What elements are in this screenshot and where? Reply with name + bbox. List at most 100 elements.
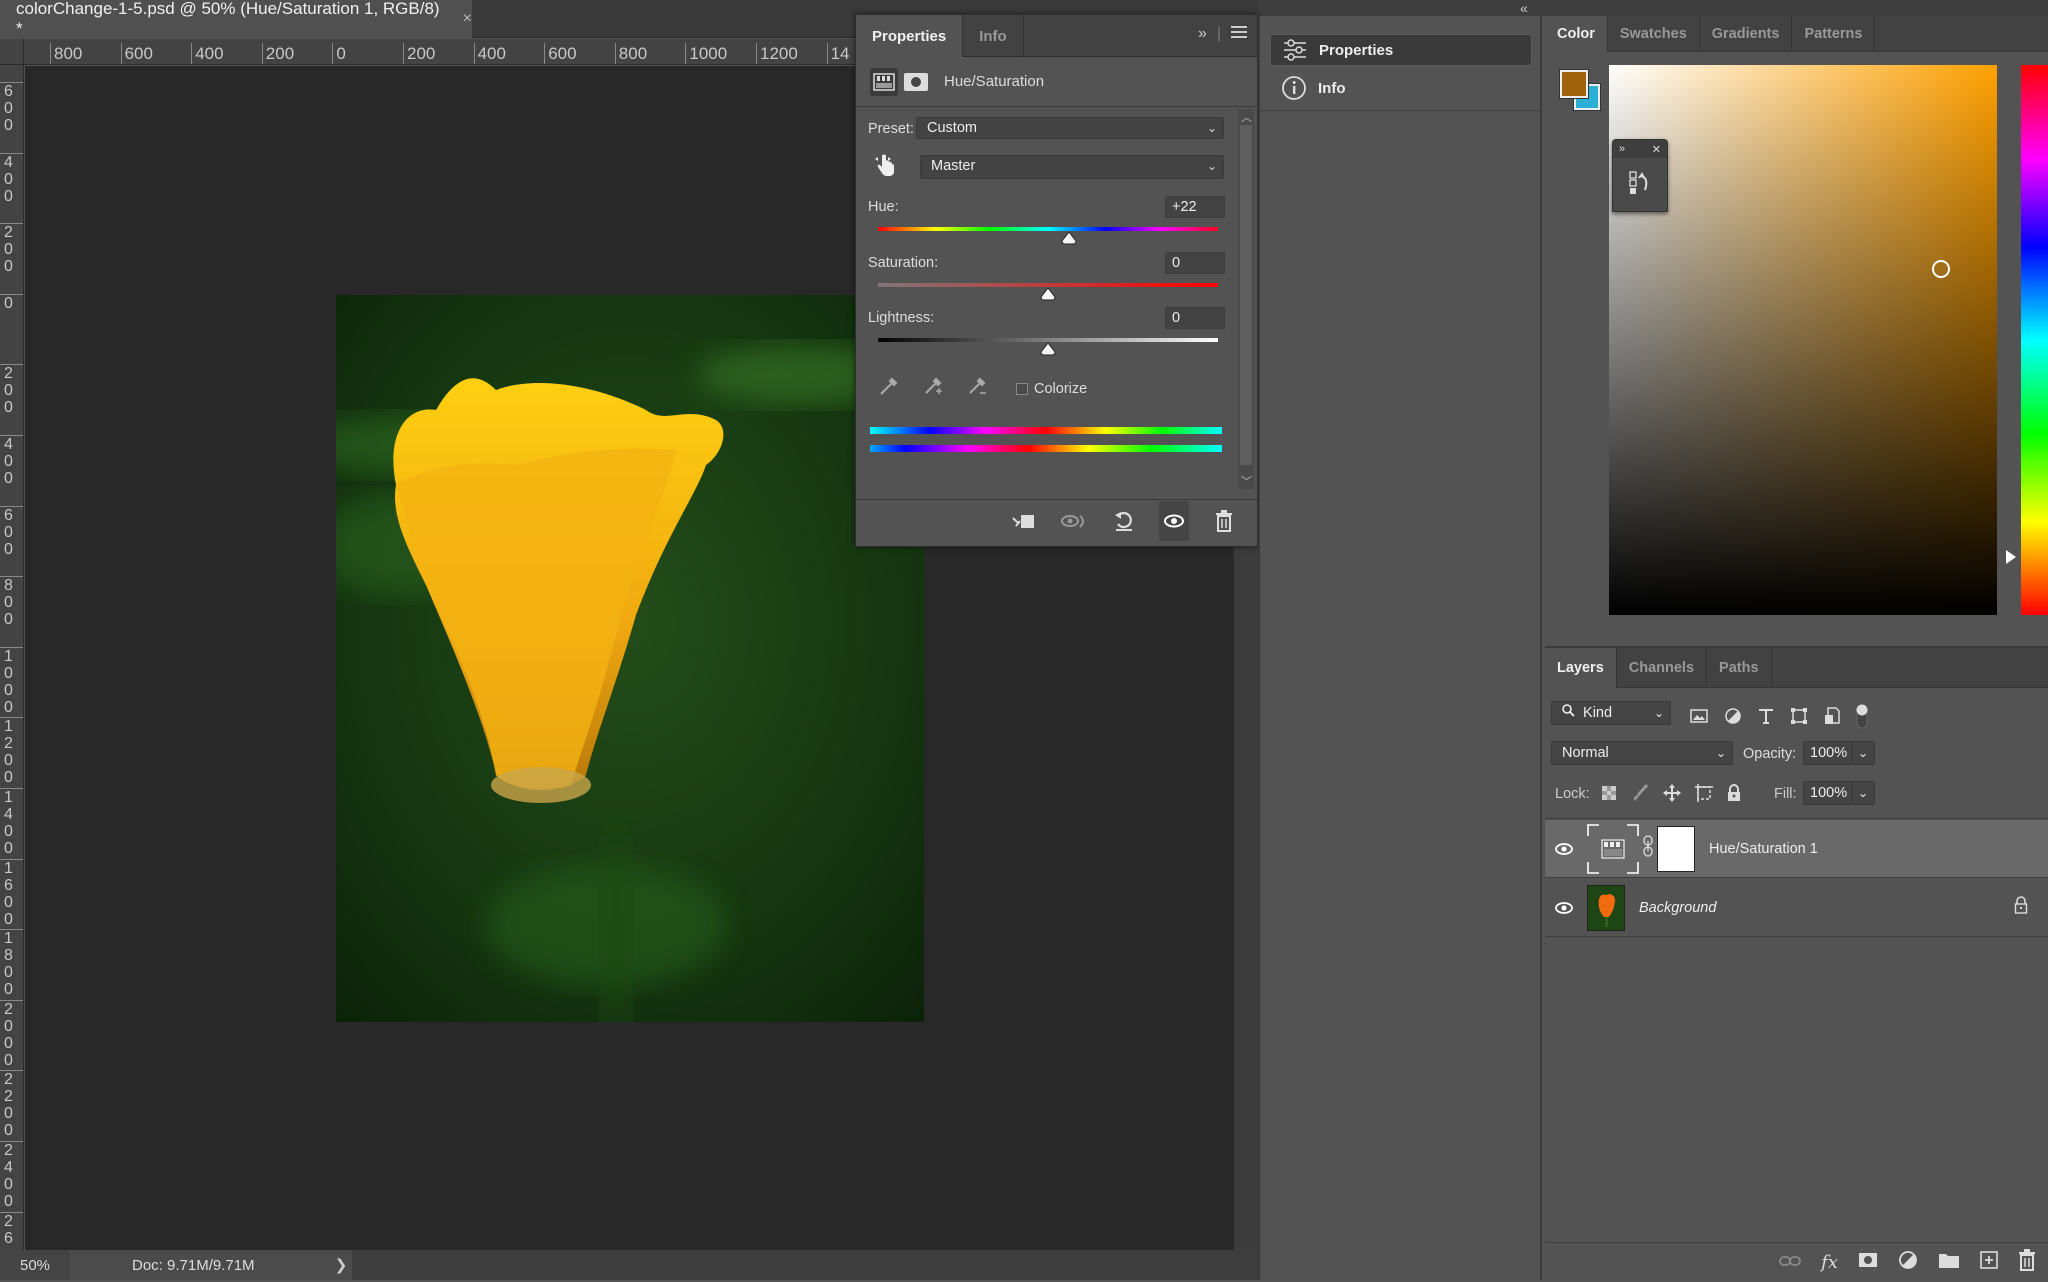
lightness-value-field[interactable]: 0 bbox=[1165, 307, 1225, 329]
dock-item-label: Info bbox=[1318, 79, 1346, 97]
ruler-tick-label: 800 bbox=[614, 43, 647, 64]
hue-value-field[interactable]: +22 bbox=[1165, 196, 1225, 218]
ruler-tick-label: 1200 bbox=[756, 43, 798, 64]
layer-styles-fx-icon[interactable]: fx bbox=[1821, 1252, 1838, 1273]
ruler-tick-label: 6 0 0 bbox=[0, 505, 23, 558]
lock-position-icon[interactable] bbox=[1663, 784, 1681, 807]
tab-swatches[interactable]: Swatches bbox=[1608, 16, 1700, 52]
hue-saturation-layer-icon[interactable] bbox=[870, 67, 898, 96]
chevron-down-icon[interactable]: ⌄ bbox=[1850, 782, 1868, 804]
filter-toggle-switch[interactable] bbox=[1856, 703, 1868, 734]
background-layer-thumbnail[interactable] bbox=[1587, 884, 1625, 931]
history-icon[interactable] bbox=[1613, 158, 1667, 196]
tab-info[interactable]: Info bbox=[963, 15, 1024, 57]
ruler-tick-label: 4 0 0 bbox=[0, 152, 23, 205]
document-image[interactable] bbox=[336, 295, 924, 1022]
collapse-dock-icon[interactable]: « bbox=[1520, 0, 1528, 16]
panel-menu-icon[interactable] bbox=[1231, 25, 1247, 43]
reset-adjustment-icon[interactable] bbox=[1109, 501, 1139, 541]
foreground-color-swatch[interactable] bbox=[1559, 69, 1589, 99]
lock-all-icon[interactable] bbox=[1727, 784, 1741, 807]
toggle-visibility-icon[interactable] bbox=[1159, 500, 1189, 541]
dock-item-properties[interactable]: Properties bbox=[1270, 34, 1532, 66]
tab-gradients[interactable]: Gradients bbox=[1700, 16, 1793, 52]
preset-dropdown[interactable]: Custom ⌄ bbox=[916, 117, 1224, 139]
targeted-adjustment-hand-icon[interactable] bbox=[874, 153, 896, 182]
saturation-slider-thumb[interactable] bbox=[1040, 287, 1056, 301]
zoom-level-field[interactable]: 50% bbox=[0, 1250, 70, 1280]
document-tab[interactable]: colorChange-1-5.psd @ 50% (Hue/Saturatio… bbox=[0, 0, 472, 38]
layer-row-hue-saturation[interactable]: Hue/Saturation 1 bbox=[1545, 820, 2048, 878]
hue-slider-thumb[interactable] bbox=[1061, 231, 1077, 245]
hue-slider-track[interactable] bbox=[878, 227, 1218, 231]
tab-color[interactable]: Color bbox=[1545, 16, 1608, 52]
colorize-checkbox[interactable] bbox=[1016, 382, 1028, 395]
scroll-thumb[interactable] bbox=[1240, 125, 1252, 465]
scroll-down-icon[interactable]: ﹀ bbox=[1241, 473, 1252, 489]
hue-strip[interactable] bbox=[2021, 65, 2048, 615]
fill-field[interactable]: 100% ⌄ bbox=[1803, 781, 1875, 805]
scroll-up-icon[interactable]: ︿ bbox=[1241, 109, 1252, 125]
add-mask-icon[interactable] bbox=[1858, 1252, 1878, 1273]
filter-adjustment-icon[interactable] bbox=[1724, 707, 1742, 730]
layer-row-background[interactable]: Background bbox=[1545, 879, 2048, 937]
adjustment-layer-thumbnail[interactable] bbox=[1587, 823, 1639, 874]
chevron-down-icon[interactable]: ⌄ bbox=[1850, 742, 1868, 764]
ruler-tick-label: 600 bbox=[120, 43, 153, 64]
ruler-tick-label: 800 bbox=[50, 43, 82, 64]
eyedropper-subtract-icon[interactable] bbox=[966, 375, 988, 402]
tab-properties[interactable]: Properties bbox=[856, 15, 964, 57]
ruler-tick-label: 1 2 0 0 bbox=[0, 717, 23, 786]
new-adjustment-layer-icon[interactable] bbox=[1898, 1250, 1918, 1275]
opacity-label: Opacity: bbox=[1743, 746, 1797, 762]
new-layer-icon[interactable] bbox=[1980, 1251, 1998, 1274]
layer-link-icon[interactable] bbox=[1643, 835, 1653, 862]
properties-scrollbar[interactable]: ︿ ﹀ bbox=[1238, 109, 1254, 489]
filter-pixel-icon[interactable] bbox=[1690, 709, 1708, 728]
tab-paths[interactable]: Paths bbox=[1707, 648, 1772, 688]
layer-mask-icon[interactable] bbox=[904, 72, 928, 91]
lightness-slider-thumb[interactable] bbox=[1040, 342, 1056, 356]
channel-dropdown[interactable]: Master ⌄ bbox=[920, 155, 1224, 179]
filter-type-icon[interactable] bbox=[1758, 708, 1774, 729]
filter-shape-icon[interactable] bbox=[1790, 707, 1808, 730]
saturation-value-field[interactable]: 0 bbox=[1165, 252, 1225, 274]
layer-visibility-eye-icon[interactable] bbox=[1545, 901, 1583, 914]
delete-adjustment-icon[interactable] bbox=[1209, 501, 1239, 541]
filter-smart-object-icon[interactable] bbox=[1824, 707, 1840, 730]
new-group-folder-icon[interactable] bbox=[1938, 1251, 1960, 1274]
ruler-corner[interactable] bbox=[0, 39, 24, 65]
link-layers-icon[interactable] bbox=[1779, 1254, 1802, 1272]
tab-channels[interactable]: Channels bbox=[1617, 648, 1708, 688]
tab-patterns[interactable]: Patterns bbox=[1792, 16, 1876, 52]
status-menu-arrow[interactable]: ❯ bbox=[330, 1250, 352, 1280]
collapse-panel-icon[interactable]: » bbox=[1198, 25, 1207, 43]
blend-mode-dropdown[interactable]: Normal ⌄ bbox=[1551, 741, 1733, 765]
view-previous-state-icon[interactable] bbox=[1059, 501, 1089, 541]
eyedropper-icon[interactable] bbox=[878, 375, 900, 402]
ruler-tick-label: 200 bbox=[261, 43, 294, 64]
lock-transparent-pixels-icon[interactable] bbox=[1601, 785, 1617, 806]
hue-marker[interactable] bbox=[2006, 550, 2016, 564]
layer-visibility-eye-icon[interactable] bbox=[1545, 842, 1583, 855]
divider bbox=[1260, 110, 1540, 111]
dock-item-info[interactable]: Info bbox=[1270, 72, 1532, 104]
layer-mask-thumbnail[interactable] bbox=[1657, 825, 1695, 872]
close-icon[interactable]: ✕ bbox=[1652, 143, 1661, 156]
layer-lock-icon[interactable] bbox=[2014, 896, 2028, 919]
tab-layers[interactable]: Layers bbox=[1545, 648, 1617, 688]
ruler-tick-label: 14 bbox=[826, 43, 850, 64]
color-picker-cursor[interactable] bbox=[1932, 260, 1950, 278]
layer-name[interactable]: Background bbox=[1639, 900, 1716, 916]
layer-name[interactable]: Hue/Saturation 1 bbox=[1709, 841, 1818, 857]
opacity-field[interactable]: 100% ⌄ bbox=[1803, 741, 1875, 765]
close-tab-icon[interactable]: × bbox=[463, 10, 472, 28]
expand-icon[interactable]: » bbox=[1619, 143, 1625, 155]
delete-layer-icon[interactable] bbox=[2018, 1249, 2036, 1276]
lock-image-pixels-icon[interactable] bbox=[1631, 783, 1649, 807]
eyedropper-add-icon[interactable] bbox=[922, 375, 944, 402]
lock-artboard-icon[interactable] bbox=[1695, 784, 1713, 807]
vertical-ruler[interactable]: 6 0 0 4 0 0 2 0 0 0 2 0 0 4 0 0 6 0 0 8 0 0 1 0 … bbox=[0, 65, 24, 1250]
layer-filter-dropdown[interactable]: Kind ⌄ bbox=[1551, 701, 1671, 725]
clip-to-layer-icon[interactable] bbox=[1009, 501, 1039, 541]
